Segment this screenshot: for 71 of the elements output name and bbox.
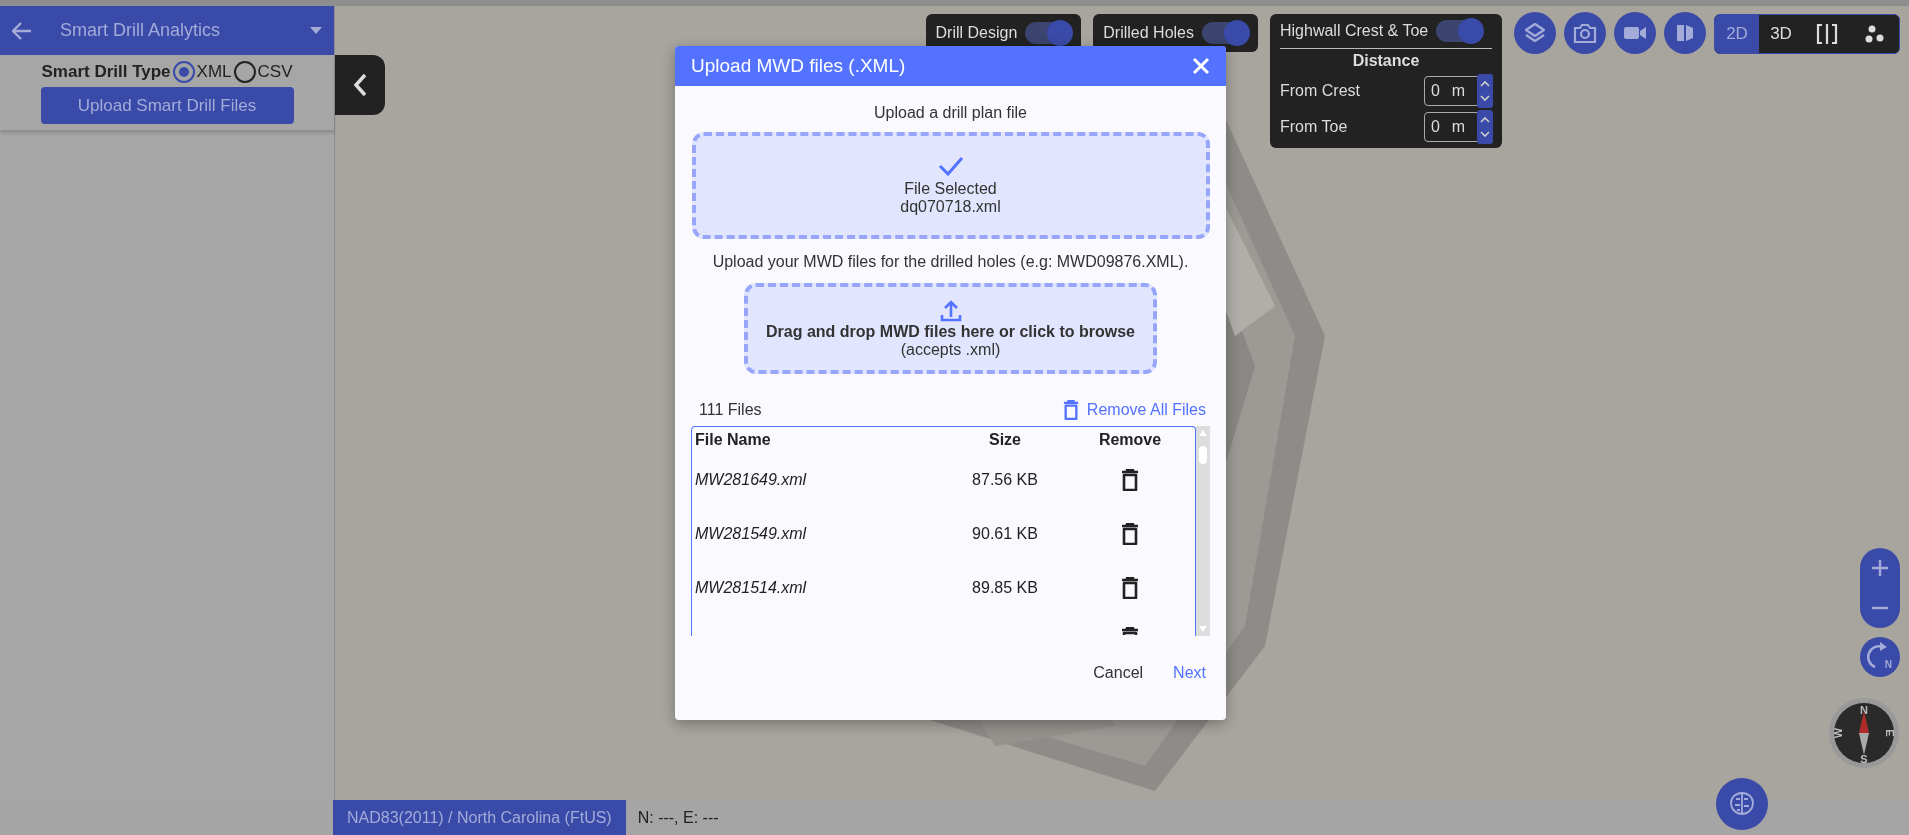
next-button[interactable]: Next [1173,660,1206,686]
trash-icon[interactable] [1121,523,1139,545]
sidebar-title: Smart Drill Analytics [60,20,222,41]
table-cell-text: MW281649.xml [695,471,808,489]
trash-icon[interactable] [1121,469,1139,491]
compare-button[interactable] [1664,12,1706,54]
column-header: Remove [1097,431,1163,449]
mwd-drop-zone[interactable]: Drag and drop MWD files here or click to browse (accepts .xml) [744,283,1157,374]
field-label: From Toe [1280,118,1348,136]
scrollbar[interactable] [1196,426,1210,636]
camera-button[interactable] [1564,12,1606,54]
minus-icon [1871,606,1889,610]
toggle-switch[interactable] [1202,22,1248,44]
file-status: File Selected [904,179,997,198]
table-cell-text: 87.56 KB [971,471,1039,489]
field-label: From Crest [1280,82,1360,100]
layers-icon [1523,21,1547,45]
file-count: 111 Files [699,401,762,419]
number-field[interactable]: 0 m [1424,76,1492,106]
assistant-button[interactable] [1716,778,1768,830]
video-camera-icon [1623,25,1647,41]
trash-icon[interactable] [1121,577,1139,599]
cancel-button[interactable]: Cancel [1093,660,1144,686]
toggle-label: Drilled Holes [1103,24,1194,42]
type-label: Smart Drill Type [41,62,171,82]
coordinates: N: ---, E: --- [636,807,720,828]
distance-heading: Distance [1351,52,1421,70]
upload-icon [938,298,963,323]
plan-label: Upload a drill plan file [874,104,1027,122]
collapse-button[interactable] [335,55,385,115]
layers-button[interactable] [1514,12,1556,54]
back-arrow-icon[interactable] [12,21,32,40]
file-name: dq070718.xml [900,197,1001,216]
radio-button[interactable] [233,61,256,83]
plan-drop-zone[interactable]: File Selected dq070718.xml [691,132,1210,239]
column-header: Size [988,431,1022,449]
dialog-title: Upload MWD files (.XML) [691,55,906,77]
toggle-switch[interactable] [1025,22,1072,44]
dots-icon [1864,24,1886,44]
radio-label: XML [196,62,232,82]
spinner-icon[interactable] [1477,74,1493,108]
spinner-icon[interactable] [1477,110,1493,144]
toggle-switch[interactable] [1436,20,1483,42]
close-icon [1192,57,1210,75]
video-button[interactable] [1614,12,1656,54]
remove-all-button[interactable]: Remove All Files [1062,400,1206,420]
drop-hint: (accepts .xml) [900,340,1001,359]
scroll-thumb[interactable] [1199,446,1207,464]
plus-icon [1871,559,1889,577]
toggle-label: Drill Design [935,24,1018,42]
number-field[interactable]: 0 m [1424,112,1492,142]
radio-label: CSV [257,62,293,82]
table-cell-text: 90.61 KB [971,525,1039,543]
radio-button[interactable] [172,61,195,83]
section-icon [1815,23,1839,45]
caret-icon[interactable] [310,27,322,34]
table-cell-text: MW281514.xml [695,579,808,597]
toggle-label: Highwall Crest & Toe [1280,22,1429,40]
upload-button[interactable]: Upload Smart Drill Files [40,87,294,124]
crs-label: NAD83(2011) / North Carolina (FtUS) [333,800,626,835]
table-cell-text: MW281549.xml [695,525,808,543]
column-header: File Name [695,431,772,449]
compass[interactable]: N S E W [1828,697,1900,769]
check-icon [937,155,964,176]
mwd-label: Upload your MWD files for the drilled holes (e.g: MWD09876.XML). [712,253,1189,271]
drop-text: Drag and drop MWD files here or click to browse [766,322,1135,341]
chevron-left-icon [353,73,367,97]
brain-icon [1728,791,1756,817]
close-button[interactable] [1192,57,1210,75]
table-cell-text: 89.85 KB [971,579,1039,597]
camera-icon [1573,22,1597,44]
